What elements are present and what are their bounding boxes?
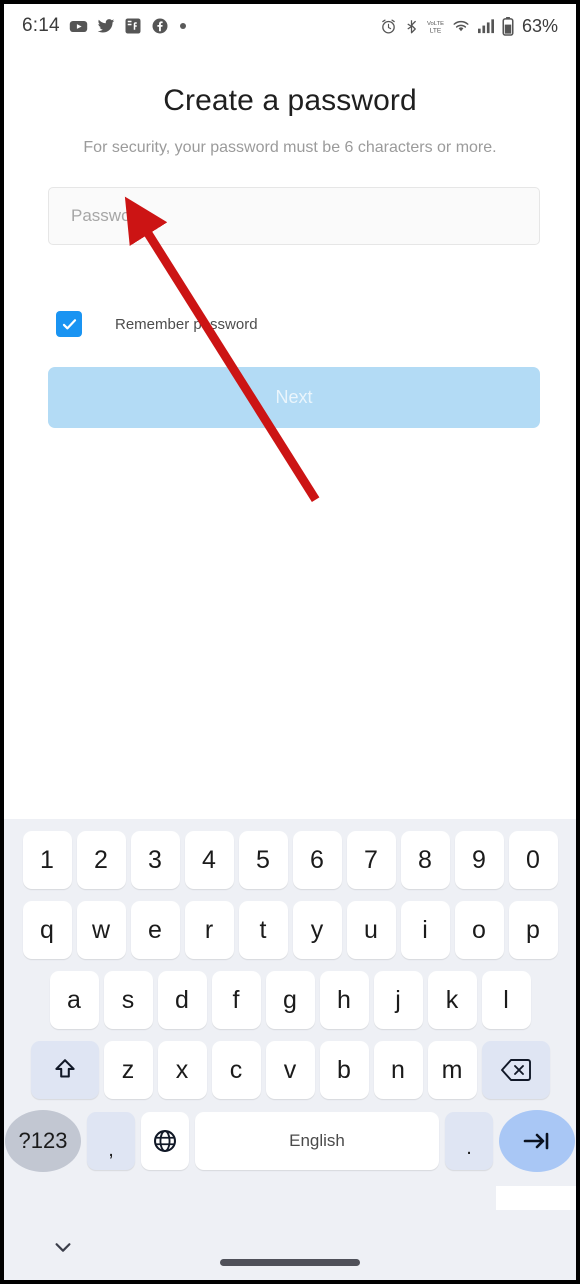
comma-key[interactable]: , [87,1112,135,1170]
navigation-bar [4,1210,576,1280]
next-button[interactable]: Next [48,367,540,428]
on-screen-keyboard[interactable]: 1 2 3 4 5 6 7 8 9 0 q w e r t y u i o p … [4,819,576,1280]
remember-password-label: Remember password [115,315,258,333]
key-d[interactable]: d [157,971,207,1029]
key-m[interactable]: m [427,1041,477,1099]
key-o[interactable]: o [454,901,504,959]
key-q[interactable]: q [22,901,72,959]
key-y[interactable]: y [292,901,342,959]
keyboard-row-home: a s d f g h j k l [4,969,576,1031]
svg-text:LTE: LTE [430,27,442,34]
svg-text:VoLTE: VoLTE [427,21,444,27]
key-8[interactable]: 8 [400,831,450,889]
key-k[interactable]: k [427,971,477,1029]
status-bar: 6:14 VoLTE LTE 63% [4,4,576,48]
hide-keyboard-button[interactable] [48,1232,78,1262]
shift-key[interactable] [30,1041,99,1099]
key-w[interactable]: w [76,901,126,959]
key-u[interactable]: u [346,901,396,959]
key-j[interactable]: j [373,971,423,1029]
status-time: 6:14 [22,15,60,36]
password-input[interactable]: Password [48,187,540,245]
key-f[interactable]: f [211,971,261,1029]
key-0[interactable]: 0 [508,831,558,889]
key-s[interactable]: s [103,971,153,1029]
key-n[interactable]: n [373,1041,423,1099]
page-subtitle: For security, your password must be 6 ch… [83,139,497,156]
enter-key[interactable] [499,1110,575,1172]
key-a[interactable]: a [49,971,99,1029]
more-dot-icon [179,23,186,29]
page-title: Create a password [163,84,417,117]
space-key[interactable]: English [195,1112,439,1170]
facebook-icon [151,17,169,35]
key-6[interactable]: 6 [292,831,342,889]
symbols-key[interactable]: ?123 [5,1110,81,1172]
signal-icon [477,18,495,34]
battery-icon [502,16,514,36]
globe-icon [154,1130,176,1152]
language-key[interactable] [141,1112,189,1170]
status-bar-right: VoLTE LTE 63% [380,16,558,37]
next-button-label: Next [275,387,313,407]
phone-screen: 6:14 VoLTE LTE 63% Create a password For… [0,0,580,1284]
backspace-key[interactable] [481,1041,550,1099]
chevron-down-icon [55,1243,71,1252]
password-placeholder: Password [71,206,146,225]
wifi-icon [452,18,470,34]
key-9[interactable]: 9 [454,831,504,889]
key-7[interactable]: 7 [346,831,396,889]
key-b[interactable]: b [319,1041,369,1099]
battery-percent: 63% [521,15,558,36]
status-bar-left: 6:14 [22,15,380,37]
key-1[interactable]: 1 [22,831,72,889]
remember-password-row[interactable]: Remember password [56,311,258,337]
key-5[interactable]: 5 [238,831,288,889]
remember-password-checkbox[interactable] [56,311,82,337]
key-x[interactable]: x [157,1041,207,1099]
keyboard-row-space: ?123 , English . [4,1110,576,1172]
period-key[interactable]: . [445,1112,493,1170]
bluetooth-icon [404,18,419,35]
tab-enter-arrow-icon [523,1132,549,1150]
shift-arrow-icon [54,1059,75,1078]
key-2[interactable]: 2 [76,831,126,889]
keyboard-row-bottom: z x c v b n m [4,1039,576,1101]
home-indicator[interactable] [220,1259,360,1266]
volte-icon: VoLTE LTE [426,18,445,35]
backspace-icon [500,1059,531,1081]
keyboard-row-numbers: 1 2 3 4 5 6 7 8 9 0 [4,829,576,891]
key-c[interactable]: c [211,1041,261,1099]
key-r[interactable]: r [184,901,234,959]
key-g[interactable]: g [265,971,315,1029]
key-e[interactable]: e [130,901,180,959]
key-l[interactable]: l [481,971,531,1029]
twitter-icon [97,17,115,35]
key-t[interactable]: t [238,901,288,959]
key-4[interactable]: 4 [184,831,234,889]
app-icon [124,17,142,35]
key-i[interactable]: i [400,901,450,959]
key-z[interactable]: z [103,1041,153,1099]
key-h[interactable]: h [319,971,369,1029]
youtube-icon [69,17,88,36]
key-v[interactable]: v [265,1041,315,1099]
keyboard-row-top: q w e r t y u i o p [4,899,576,961]
alarm-icon [380,18,397,35]
key-3[interactable]: 3 [130,831,180,889]
key-p[interactable]: p [508,901,558,959]
